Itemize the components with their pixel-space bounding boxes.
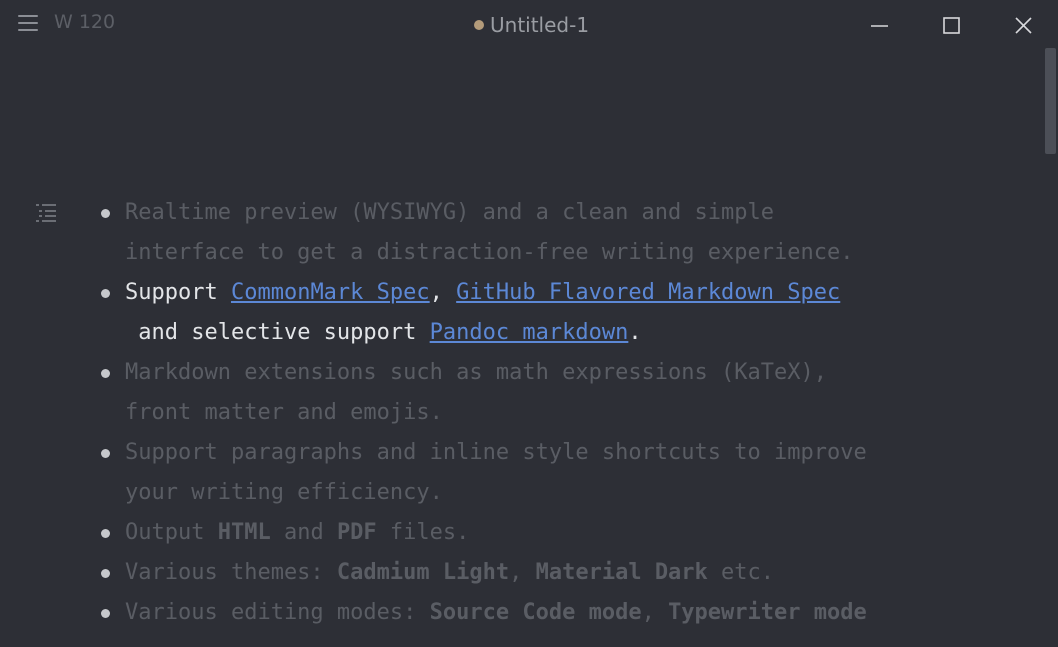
close-button[interactable]	[1006, 9, 1040, 43]
window-title: Untitled-1	[474, 13, 589, 37]
link-gfm-spec[interactable]: GitHub Flavored Markdown Spec	[456, 280, 840, 305]
link-pandoc-markdown[interactable]: Pandoc markdown	[430, 320, 629, 345]
list-item[interactable]: Output HTML and PDF files.	[101, 513, 995, 553]
title-bar: W 120 Untitled-1	[0, 0, 1058, 52]
list-item-active[interactable]: Support CommonMark Spec, GitHub Flavored…	[101, 273, 995, 353]
maximize-button[interactable]	[934, 9, 968, 43]
minimize-icon	[871, 25, 888, 27]
feature-list[interactable]: Realtime preview (WYSIWYG) and a clean a…	[101, 193, 995, 633]
minimize-button[interactable]	[862, 9, 896, 43]
list-item[interactable]: Various editing modes: Source Code mode,…	[101, 593, 995, 633]
unsaved-dot-icon	[474, 20, 484, 30]
close-icon	[1015, 17, 1032, 34]
list-item[interactable]: Markdown extensions such as math express…	[101, 353, 995, 433]
list-item[interactable]: Support paragraphs and inline style shor…	[101, 433, 995, 513]
scrollbar-thumb[interactable]	[1045, 48, 1056, 154]
hamburger-menu-icon[interactable]	[18, 15, 38, 33]
word-count[interactable]: W 120	[54, 11, 115, 33]
list-outline-icon[interactable]	[36, 204, 58, 222]
link-commonmark-spec[interactable]: CommonMark Spec	[231, 280, 430, 305]
list-item[interactable]: Realtime preview (WYSIWYG) and a clean a…	[101, 193, 995, 273]
maximize-icon	[943, 17, 960, 34]
list-item[interactable]: Various themes: Cadmium Light, Material …	[101, 553, 995, 593]
document-title: Untitled-1	[490, 13, 590, 37]
